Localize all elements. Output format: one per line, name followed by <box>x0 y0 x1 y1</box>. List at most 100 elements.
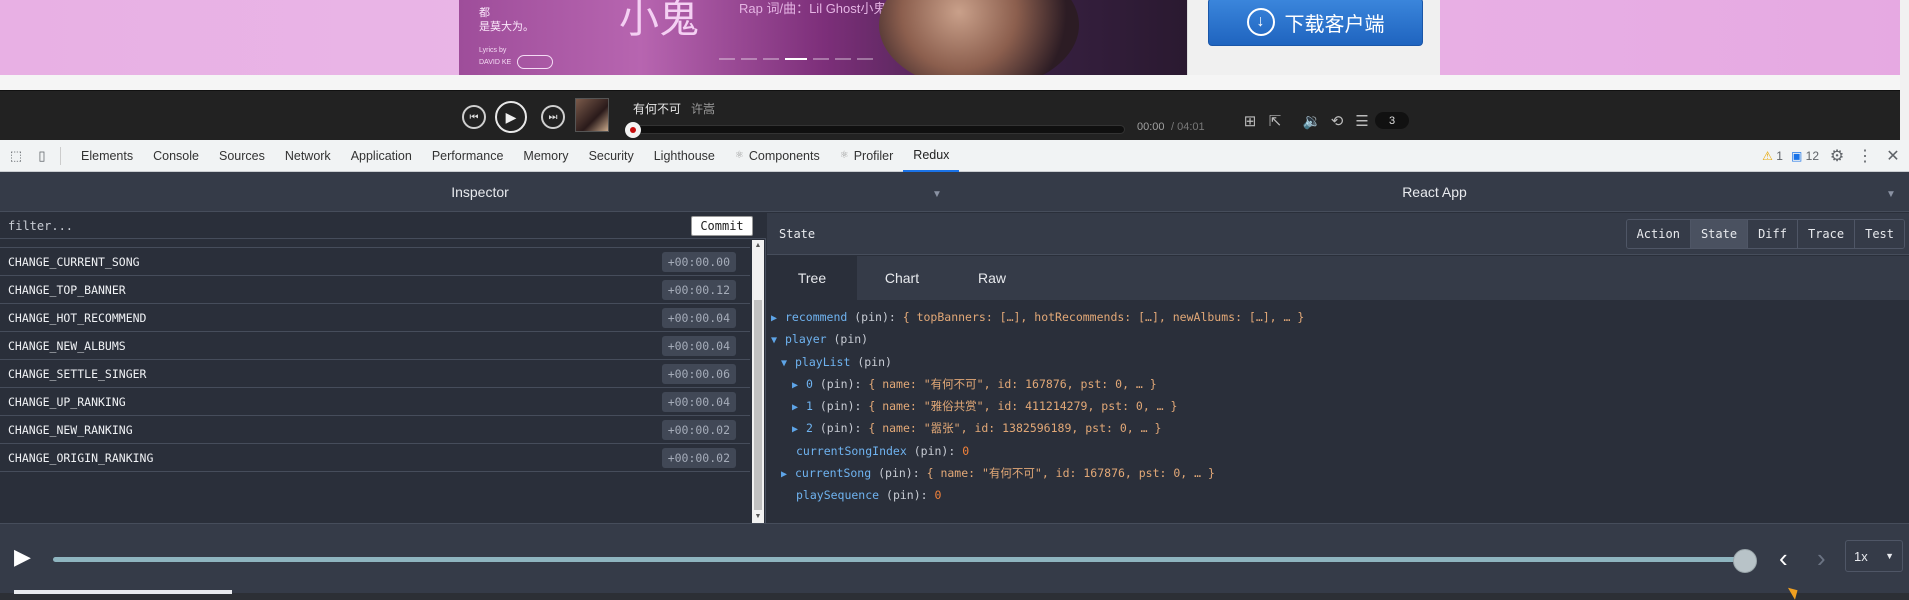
tab-elements[interactable]: Elements <box>71 140 143 172</box>
monitor-selector[interactable]: Inspector <box>0 172 960 212</box>
download-client-button[interactable]: ↓ 下载客户端 <box>1208 0 1423 46</box>
action-item[interactable]: CHANGE_NEW_RANKING +00:00.02 <box>0 416 750 444</box>
tree-node-playlist-item[interactable]: ▶ 2 (pin): { name: "嚣张", id: 1382596189, … <box>767 417 1909 439</box>
action-slider-thumb[interactable] <box>1733 549 1757 573</box>
tree-node-playlist[interactable]: ▼ playList (pin) <box>767 351 1909 373</box>
playlist-count[interactable]: 3 <box>1375 112 1409 129</box>
filter-input[interactable] <box>0 213 680 239</box>
action-item[interactable]: CHANGE_CURRENT_SONG +00:00.00 <box>0 248 750 276</box>
album-thumbnail[interactable] <box>575 98 609 132</box>
tree-node-play-sequence[interactable]: playSequence (pin): 0 <box>767 484 1909 506</box>
expand-arrow-icon[interactable]: ▶ <box>792 397 806 419</box>
page-scrollbar[interactable] <box>1900 0 1909 140</box>
song-artist[interactable]: 许嵩 <box>691 100 715 117</box>
settings-gear-icon[interactable]: ⚙ <box>1827 146 1847 166</box>
step-back-icon[interactable]: ‹ <box>1779 543 1788 574</box>
tab-redux[interactable]: Redux <box>903 140 960 172</box>
tab-security[interactable]: Security <box>579 140 644 172</box>
action-item[interactable]: CHANGE_UP_RANKING +00:00.04 <box>0 388 750 416</box>
tree-node-recommend[interactable]: ▶ recommend (pin): { topBanners: […], hot… <box>767 306 1909 328</box>
tab-application[interactable]: Application <box>341 140 422 172</box>
banner-lyric-line: 都 <box>479 7 490 19</box>
tab-profiler[interactable]: ⚛ Profiler <box>830 140 904 172</box>
tab-console[interactable]: Console <box>143 140 209 172</box>
banner-dot[interactable] <box>813 58 829 60</box>
warning-icon: ⚠ <box>1762 149 1773 163</box>
banner-dot[interactable] <box>741 58 757 60</box>
banner-dot[interactable] <box>857 58 873 60</box>
add-to-playlist-icon[interactable]: ⊞ <box>1240 112 1260 130</box>
commit-button[interactable]: Commit <box>691 216 753 236</box>
volume-icon[interactable]: 🔉 <box>1302 112 1322 130</box>
scrollbar-thumb[interactable] <box>754 300 762 510</box>
chevron-down-icon[interactable]: ▼ <box>1886 189 1896 200</box>
banner-dot-active[interactable] <box>785 58 807 60</box>
collapse-arrow-icon[interactable]: ▼ <box>771 330 785 352</box>
messages-counter[interactable]: ▣ 12 <box>1791 149 1819 163</box>
action-item[interactable]: CHANGE_HOT_RECOMMEND +00:00.04 <box>0 304 750 332</box>
tree-node-playlist-item[interactable]: ▶ 1 (pin): { name: "雅俗共赏", id: 411214279,… <box>767 395 1909 417</box>
tab-memory[interactable]: Memory <box>513 140 578 172</box>
playback-speed-select[interactable]: 1x ▼ <box>1845 540 1903 572</box>
progress-knob[interactable] <box>625 122 641 138</box>
scroll-down-icon[interactable]: ▼ <box>752 511 764 523</box>
download-icon: ↓ <box>1246 8 1275 36</box>
tab-tree[interactable]: Tree <box>767 256 857 300</box>
close-icon[interactable]: ✕ <box>1883 146 1903 166</box>
song-title[interactable]: 有何不可 <box>633 100 681 117</box>
tab-components[interactable]: ⚛ Components <box>725 140 830 172</box>
banner-dot[interactable] <box>719 58 735 60</box>
scroll-up-icon[interactable]: ▲ <box>752 240 764 252</box>
inspect-element-icon[interactable]: ⬚ <box>6 146 26 166</box>
banner-logo-icon <box>517 55 554 69</box>
step-forward-icon[interactable]: › <box>1817 543 1826 574</box>
tree-node-current-song[interactable]: ▶ currentSong (pin): { name: "有何不可", id: … <box>767 462 1909 484</box>
instance-selector[interactable]: React App <box>960 172 1909 212</box>
tree-node-playlist-item[interactable]: ▶ 0 (pin): { name: "有何不可", id: 167876, ps… <box>767 373 1909 395</box>
tab-performance[interactable]: Performance <box>422 140 514 172</box>
state-toolbar: State Action State Diff Trace Test <box>767 213 1909 255</box>
collapse-arrow-icon[interactable]: ▼ <box>781 353 795 375</box>
action-item[interactable]: CHANGE_TOP_BANNER +00:00.12 <box>0 276 750 304</box>
banner-dot[interactable] <box>763 58 779 60</box>
previous-track-button[interactable]: ⏮ <box>462 105 486 129</box>
mode-state-button[interactable]: State <box>1689 220 1748 248</box>
more-options-icon[interactable]: ⋮ <box>1855 146 1875 166</box>
warnings-counter[interactable]: ⚠ 1 <box>1762 149 1783 163</box>
tab-raw[interactable]: Raw <box>947 256 1037 300</box>
mode-test-button[interactable]: Test <box>1854 220 1904 248</box>
action-list-scrollbar[interactable]: ▲ ▼ <box>752 240 764 523</box>
action-slider-track[interactable] <box>53 557 1748 562</box>
device-toolbar-icon[interactable]: ▯ <box>32 146 52 166</box>
action-name: CHANGE_CURRENT_SONG <box>8 254 140 269</box>
loop-mode-icon[interactable]: ⟲ <box>1327 112 1347 130</box>
play-icon[interactable]: ▶ <box>14 544 31 570</box>
expand-arrow-icon[interactable]: ▶ <box>792 419 806 441</box>
tree-node-player[interactable]: ▼ player (pin) <box>767 328 1909 350</box>
banner-dot[interactable] <box>835 58 851 60</box>
tab-sources[interactable]: Sources <box>209 140 275 172</box>
horizontal-scrollbar[interactable] <box>14 590 232 594</box>
tree-node-current-song-index[interactable]: currentSongIndex (pin): 0 <box>767 440 1909 462</box>
mode-diff-button[interactable]: Diff <box>1747 220 1797 248</box>
play-button[interactable]: ▶ <box>495 101 527 133</box>
expand-arrow-icon[interactable]: ▶ <box>771 308 785 330</box>
chevron-down-icon[interactable]: ▼ <box>932 189 942 200</box>
song-progress-bar[interactable] <box>625 122 1125 138</box>
action-item[interactable]: CHANGE_NEW_ALBUMS +00:00.04 <box>0 332 750 360</box>
top-banner[interactable]: 都 是莫大为。 Lyrics by DAVID KE 小鬼 Rap 词/曲：Li… <box>459 0 1187 75</box>
tab-network[interactable]: Network <box>275 140 341 172</box>
playlist-icon[interactable]: ☰ <box>1352 112 1372 130</box>
tab-lighthouse[interactable]: Lighthouse <box>644 140 725 172</box>
expand-arrow-icon[interactable]: ▶ <box>781 464 795 486</box>
mode-trace-button[interactable]: Trace <box>1796 220 1855 248</box>
share-icon[interactable]: ⇱ <box>1265 112 1285 130</box>
tab-chart[interactable]: Chart <box>857 256 947 300</box>
list-item-partial[interactable] <box>0 240 750 248</box>
action-item[interactable]: CHANGE_ORIGIN_RANKING +00:00.02 <box>0 444 750 472</box>
action-item[interactable]: CHANGE_SETTLE_SINGER +00:00.06 <box>0 360 750 388</box>
next-track-button[interactable]: ⏭ <box>541 105 565 129</box>
mode-action-button[interactable]: Action <box>1626 220 1690 248</box>
banner-pagination[interactable] <box>719 58 873 60</box>
expand-arrow-icon[interactable]: ▶ <box>792 375 806 397</box>
